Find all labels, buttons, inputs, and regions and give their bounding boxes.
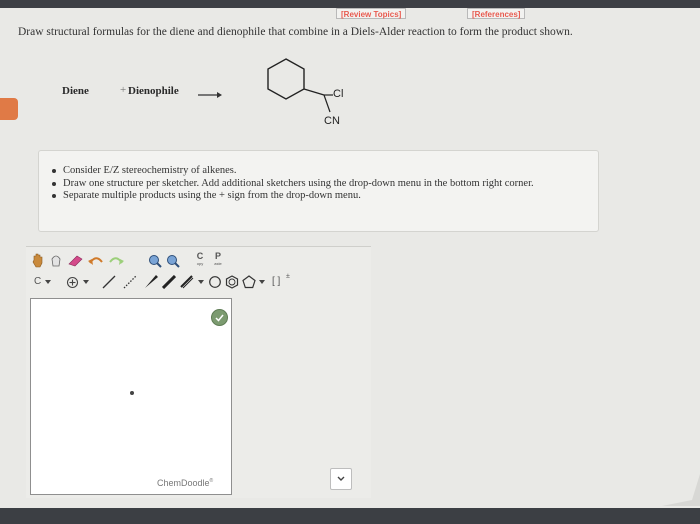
bold-bond-icon[interactable] [162, 275, 176, 289]
window-top-strip [0, 0, 700, 8]
product-molecule: Cl CN [260, 55, 360, 133]
dashed-bond-icon[interactable] [123, 275, 137, 289]
sketcher-toolbar-bottom: C [ ] ± [30, 273, 330, 293]
hint-item: Draw one structure per sketcher. Add add… [51, 178, 598, 191]
paste-sublabel: aste [214, 261, 222, 266]
eraser-icon[interactable] [68, 254, 84, 267]
question-instruction: Draw structural formulas for the diene a… [18, 26, 573, 38]
chevron-down-icon[interactable] [259, 280, 265, 285]
carbon-atom-button[interactable]: C [34, 276, 41, 287]
bracket-charge-superscript: ± [286, 273, 290, 280]
hints-box: Consider E/Z stereochemistry of alkenes.… [38, 150, 599, 232]
side-tab[interactable] [0, 98, 18, 120]
top-links-bar: [Review Topics] [References] [0, 8, 700, 20]
benzene-ring-icon[interactable] [225, 275, 239, 289]
zoom-out-icon[interactable] [166, 254, 180, 268]
chevron-down-icon[interactable] [198, 280, 204, 285]
chevron-down-icon [337, 476, 345, 481]
cursor-dot [130, 391, 134, 395]
chevron-down-icon[interactable] [45, 280, 51, 285]
paste-button[interactable]: P aste [210, 251, 226, 267]
undo-icon[interactable] [88, 254, 104, 267]
copy-label: C [196, 251, 204, 261]
single-bond-icon[interactable] [102, 275, 116, 289]
hint-item: Consider E/Z stereochemistry of alkenes. [51, 165, 598, 178]
hints-list: Consider E/Z stereochemistry of alkenes.… [51, 165, 598, 203]
check-icon[interactable] [211, 309, 228, 326]
cyclopentane-ring-icon[interactable] [242, 275, 256, 289]
sketcher-toolbar-top: C opy P aste [30, 251, 250, 269]
bracket-tool-button[interactable]: [ ] [272, 276, 280, 287]
drawing-canvas[interactable]: ChemDoodle® [30, 298, 232, 495]
copy-sublabel: opy [196, 261, 204, 266]
double-bond-icon[interactable] [180, 275, 194, 289]
chemdoodle-logo: ChemDoodle® [157, 478, 213, 488]
reaction-arrow-icon [198, 92, 222, 98]
copy-button[interactable]: C opy [193, 251, 207, 267]
plus-sign: + [120, 84, 127, 96]
page-corner-shadow [662, 474, 700, 506]
chemdoodle-sketcher: C opy P aste C [] ± ChemDoodle® [26, 246, 371, 498]
lasso-icon[interactable] [50, 253, 62, 268]
chemdoodle-registered-mark: ® [209, 478, 214, 484]
review-topics-link[interactable]: [Review Topics] [336, 8, 407, 19]
paste-label: P [214, 251, 221, 261]
chlorine-label: Cl [333, 88, 344, 100]
wedge-bond-icon[interactable] [144, 275, 158, 289]
charge-plus-icon[interactable] [66, 276, 79, 289]
hand-pan-icon[interactable] [32, 253, 44, 268]
references-link[interactable]: [References] [467, 8, 526, 19]
ring-cyclopropane-icon[interactable] [208, 275, 222, 289]
sketcher-options-dropdown[interactable] [330, 468, 352, 490]
redo-icon[interactable] [108, 254, 124, 267]
nitrile-label: CN [324, 115, 340, 127]
cyclohexene-ring-structure [267, 58, 333, 113]
chemdoodle-logo-text: ChemDoodle [157, 478, 210, 488]
zoom-in-icon[interactable] [148, 254, 162, 268]
hint-item: Separate multiple products using the + s… [51, 190, 598, 203]
chevron-down-icon[interactable] [83, 280, 89, 285]
diene-label: Diene [62, 85, 89, 97]
dienophile-label: Dienophile [128, 85, 179, 97]
window-bottom-bar [0, 508, 700, 524]
